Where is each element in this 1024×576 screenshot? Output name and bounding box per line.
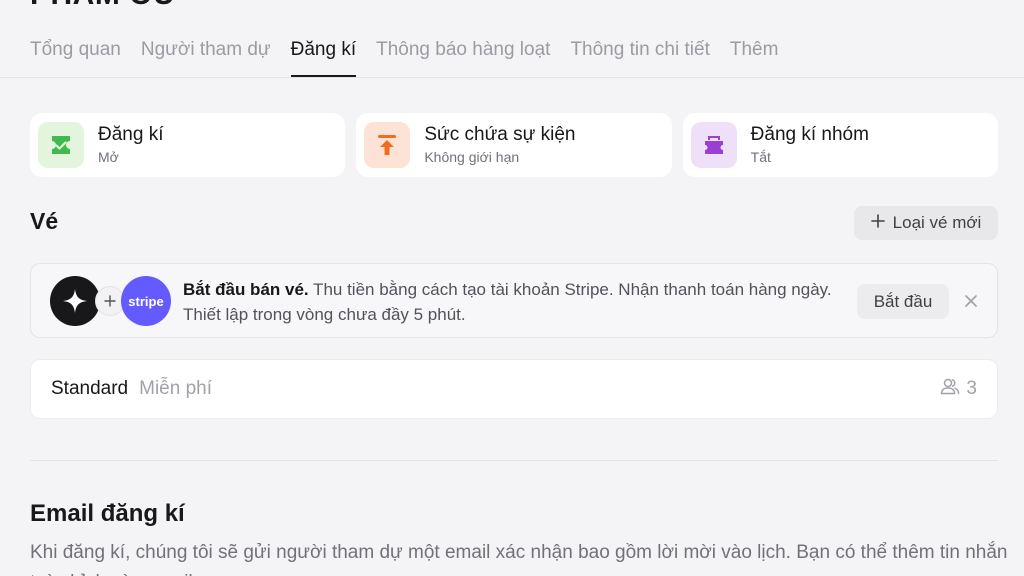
users-icon <box>940 377 960 401</box>
card-title: Sức chứa sự kiện <box>424 124 576 145</box>
card-title: Đăng kí nhóm <box>750 124 869 145</box>
group-ticket-icon <box>690 122 737 168</box>
tickets-section-title: Vé <box>30 208 59 234</box>
section-divider <box>30 460 998 461</box>
card-subtitle: Không giới hạn <box>424 149 520 165</box>
ticket-price: Miễn phí <box>139 378 212 399</box>
card-registration[interactable]: Đăng kí Mở <box>30 113 346 177</box>
card-subtitle: Tắt <box>750 149 771 165</box>
plus-icon <box>870 213 885 233</box>
new-ticket-type-label: Loại vé mới <box>892 213 982 232</box>
tab-more[interactable]: Thêm <box>730 30 779 77</box>
email-section-description: Khi đăng kí, chúng tôi sẽ gửi người tham… <box>30 542 1008 576</box>
tab-attendees[interactable]: Người tham dự <box>141 30 271 77</box>
ticket-check-icon <box>38 122 84 168</box>
email-section-title: Email đăng kí <box>30 500 185 527</box>
close-icon[interactable] <box>959 289 983 313</box>
stripe-logo: stripe <box>121 276 171 326</box>
tab-registration[interactable]: Đăng kí <box>290 30 357 77</box>
ticket-count-value: 3 <box>966 378 977 399</box>
tab-overview[interactable]: Tổng quan <box>30 30 121 77</box>
card-event-capacity[interactable]: Sức chứa sự kiện Không giới hạn <box>356 113 672 177</box>
banner-headline: Bắt đầu bán vé. <box>183 280 309 299</box>
page-title: PHẦM OU <box>30 0 175 12</box>
tab-insights[interactable]: Thông tin chi tiết <box>570 30 709 77</box>
ticket-name: Standard <box>51 378 129 399</box>
tab-bar: Tổng quan Người tham dự Đăng kí Thông bá… <box>0 30 1024 78</box>
card-title: Đăng kí <box>98 124 164 145</box>
ticket-registered-count: 3 <box>940 377 977 401</box>
start-button[interactable]: Bắt đầu <box>857 284 949 319</box>
card-subtitle: Mở <box>98 149 119 165</box>
banner-message: Bắt đầu bán vé. Thu tiền bằng cách tạo t… <box>183 277 843 327</box>
arrow-up-limit-icon <box>364 122 411 168</box>
new-ticket-type-button[interactable]: Loại vé mới <box>854 206 998 240</box>
stripe-setup-banner: stripe Bắt đầu bán vé. Thu tiền bằng các… <box>30 263 998 338</box>
sparkle-icon <box>50 276 100 326</box>
tab-blasts[interactable]: Thông báo hàng loạt <box>376 30 550 77</box>
ticket-row[interactable]: Standard Miễn phí 3 <box>30 359 998 419</box>
card-group-registration[interactable]: Đăng kí nhóm Tắt <box>682 113 998 177</box>
registration-settings-cards: Đăng kí Mở Sức chứa sự kiện Không giới h… <box>30 113 998 177</box>
